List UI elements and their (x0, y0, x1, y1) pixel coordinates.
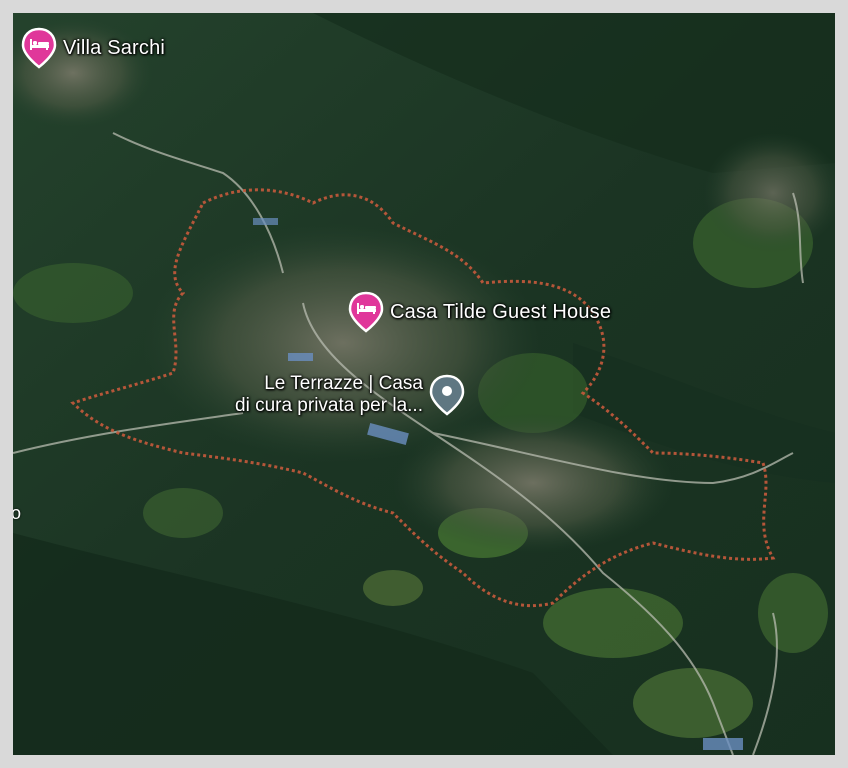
poi-label-line-1: Le Terrazze | Casa (264, 373, 423, 394)
poi-villa-sarchi[interactable]: Villa Sarchi (21, 27, 165, 69)
poi-label: Villa Sarchi (63, 36, 166, 59)
poi-le-terrazze[interactable]: Le Terrazze | Casa di cura privata per l… (235, 373, 465, 417)
poi-casa-tilde-guest-house[interactable]: Casa Tilde Guest House (348, 291, 611, 333)
map-canvas[interactable]: Villa Sarchi Casa Tilde Guest House Le T… (13, 13, 835, 755)
poi-label-line-2: di cura privata per la... (235, 395, 423, 416)
poi-label: Le Terrazze | Casa di cura privata per l… (235, 373, 423, 417)
hotel-icon[interactable] (348, 291, 384, 333)
hotel-icon[interactable] (21, 27, 57, 69)
place-pin-icon[interactable] (429, 374, 465, 416)
poi-label: Casa Tilde Guest House (390, 300, 612, 323)
truncated-place-label: o (13, 503, 22, 523)
